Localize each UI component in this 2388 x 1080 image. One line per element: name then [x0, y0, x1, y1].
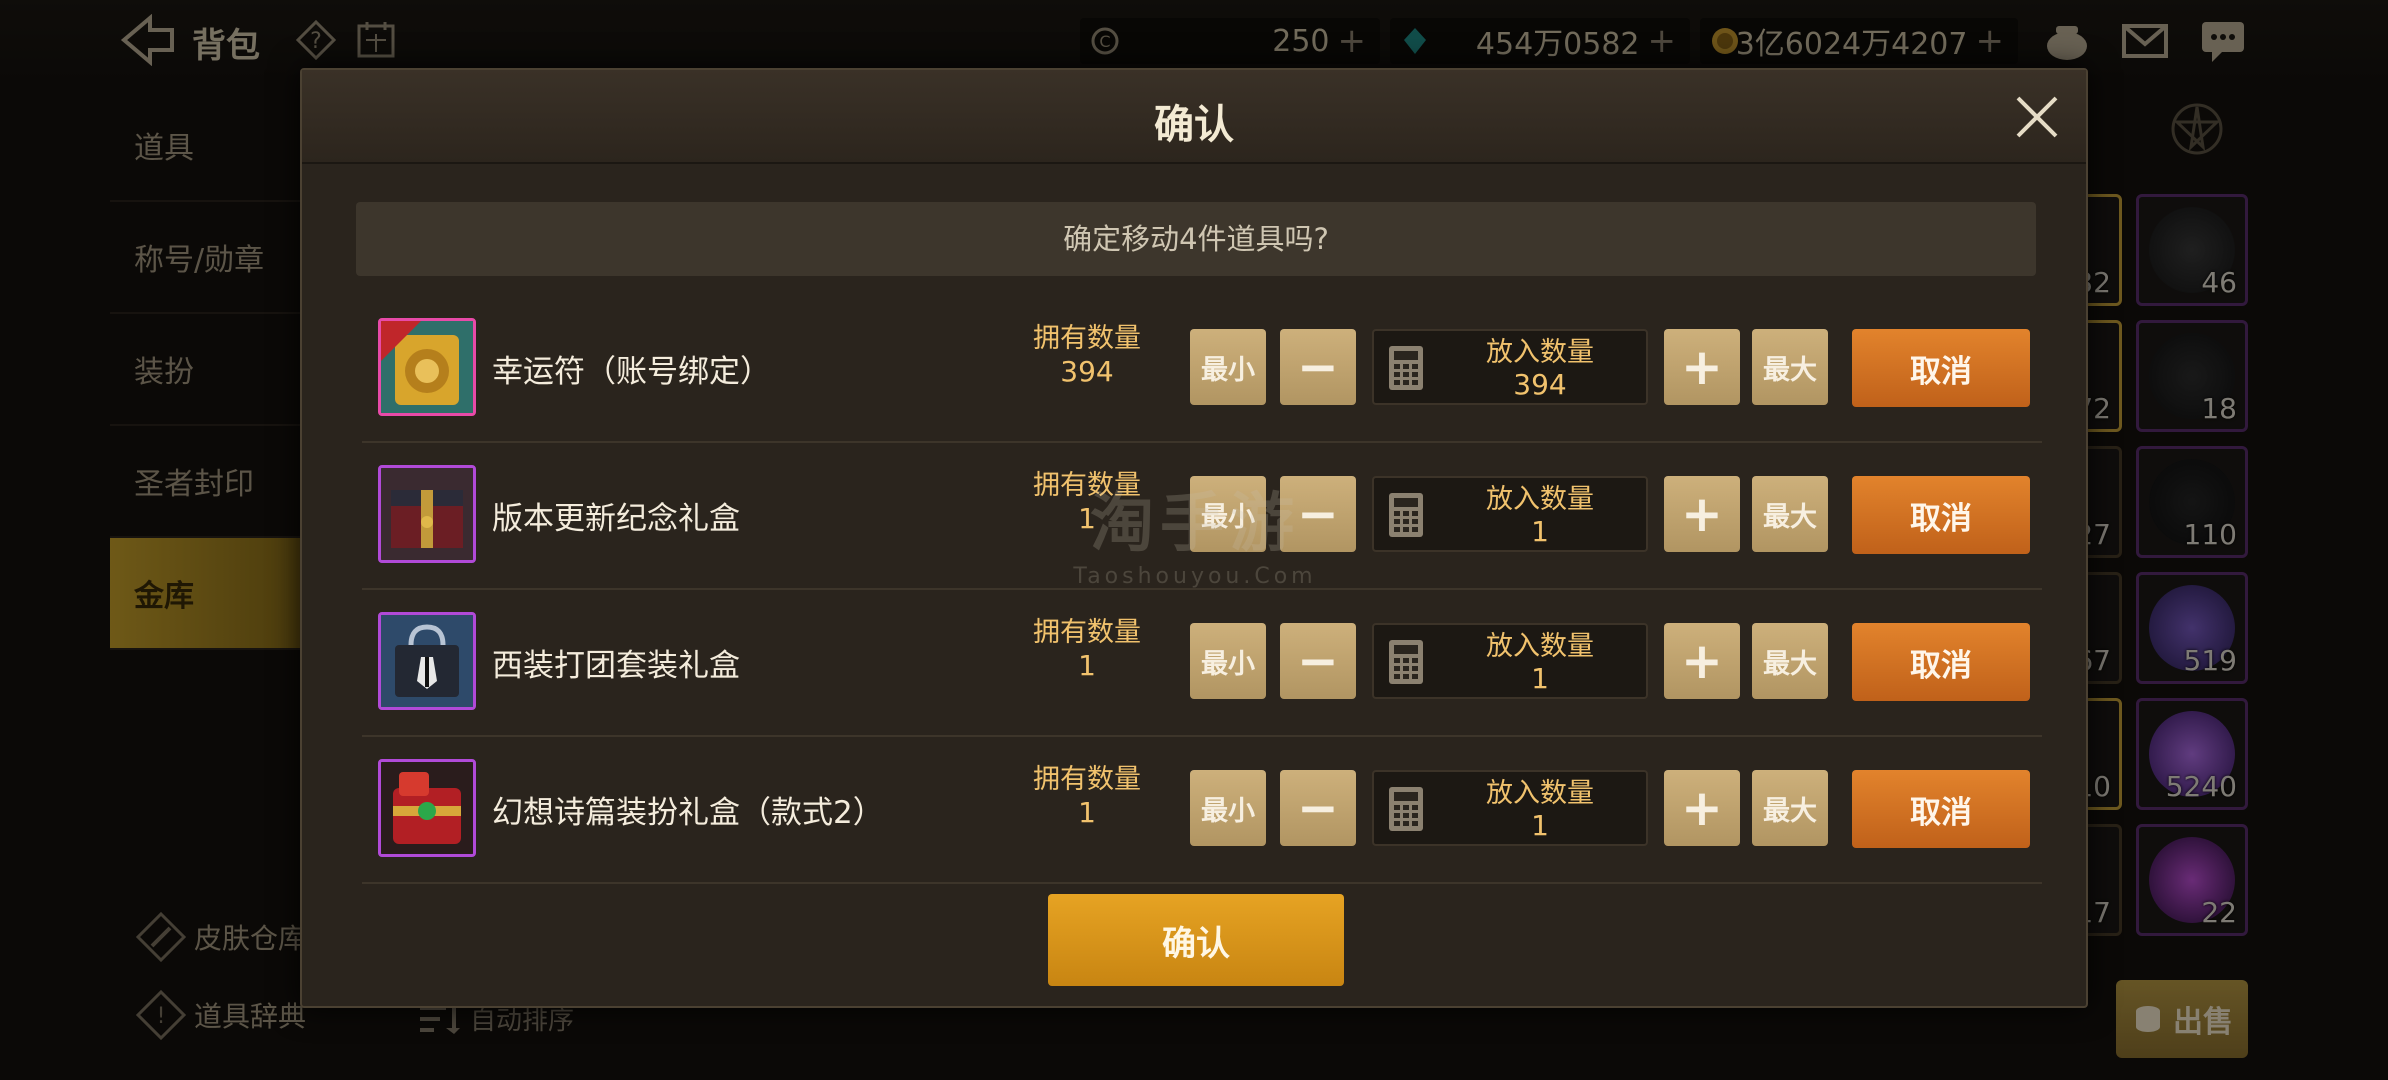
- calculator-icon[interactable]: [1388, 492, 1424, 538]
- owned-count: 拥有数量 394: [1033, 323, 1141, 388]
- min-button[interactable]: 最小: [1190, 329, 1266, 405]
- quantity-input[interactable]: 放入数量 1: [1372, 623, 1648, 699]
- calculator-icon[interactable]: [1388, 345, 1424, 391]
- owned-count: 拥有数量 1: [1033, 764, 1141, 829]
- item-icon: [378, 465, 476, 563]
- max-button[interactable]: 最大: [1752, 770, 1828, 846]
- cancel-button[interactable]: 取消: [1852, 476, 2030, 554]
- cancel-button[interactable]: 取消: [1852, 623, 2030, 701]
- item-name: 幻想诗篇装扮礼盒（款式2）: [492, 795, 884, 831]
- dialog-header: 确认: [302, 70, 2086, 164]
- list-item: 版本更新纪念礼盒 拥有数量 1 最小 − 放入数量 1 + 最大 取消: [362, 443, 2042, 590]
- decrement-button[interactable]: −: [1280, 770, 1356, 846]
- lucky-charm-icon: [381, 321, 473, 413]
- item-name: 幸运符（账号绑定）: [492, 354, 771, 390]
- item-icon: [378, 612, 476, 710]
- item-list: 幸运符（账号绑定） 拥有数量 394 最小 − 放入数量394 + 最大 取消: [362, 296, 2042, 884]
- confirm-button[interactable]: 确认: [1048, 894, 1344, 986]
- min-button[interactable]: 最小: [1190, 770, 1266, 846]
- decrement-button[interactable]: −: [1280, 623, 1356, 699]
- min-button[interactable]: 最小: [1190, 623, 1266, 699]
- cancel-button[interactable]: 取消: [1852, 329, 2030, 407]
- item-icon: [378, 318, 476, 416]
- max-button[interactable]: 最大: [1752, 329, 1828, 405]
- item-name: 西装打团套装礼盒: [492, 648, 740, 684]
- calculator-icon[interactable]: [1388, 639, 1424, 685]
- cancel-button[interactable]: 取消: [1852, 770, 2030, 848]
- max-button[interactable]: 最大: [1752, 476, 1828, 552]
- item-icon: [378, 759, 476, 857]
- increment-button[interactable]: +: [1664, 329, 1740, 405]
- confirm-dialog: 确认 确定移动4件道具吗? 幸运符（账号绑定） 拥有数量 394 最小 − 放入…: [300, 68, 2088, 1008]
- list-item: 幻想诗篇装扮礼盒（款式2） 拥有数量 1 最小 − 放入数量 1 + 最大 取消: [362, 737, 2042, 884]
- decrement-button[interactable]: −: [1280, 476, 1356, 552]
- dialog-message: 确定移动4件道具吗?: [356, 202, 2036, 276]
- red-costume-box-icon: [381, 762, 473, 854]
- increment-button[interactable]: +: [1664, 476, 1740, 552]
- suit-bag-icon: [381, 615, 473, 707]
- quantity-input[interactable]: 放入数量 1: [1372, 770, 1648, 846]
- increment-button[interactable]: +: [1664, 623, 1740, 699]
- calculator-icon[interactable]: [1388, 786, 1424, 832]
- increment-button[interactable]: +: [1664, 770, 1740, 846]
- owned-count: 拥有数量 1: [1033, 470, 1141, 535]
- dialog-title: 确认: [1154, 102, 1234, 148]
- max-button[interactable]: 最大: [1752, 623, 1828, 699]
- list-item: 西装打团套装礼盒 拥有数量 1 最小 − 放入数量 1 + 最大 取消: [362, 590, 2042, 737]
- quantity-input[interactable]: 放入数量 394: [1372, 329, 1648, 405]
- close-icon[interactable]: [2010, 90, 2064, 144]
- owned-count: 拥有数量 1: [1033, 617, 1141, 682]
- decrement-button[interactable]: −: [1280, 329, 1356, 405]
- item-name: 版本更新纪念礼盒: [492, 501, 740, 537]
- min-button[interactable]: 最小: [1190, 476, 1266, 552]
- quantity-input[interactable]: 放入数量 1: [1372, 476, 1648, 552]
- gift-chest-icon: [381, 468, 473, 560]
- list-item: 幸运符（账号绑定） 拥有数量 394 最小 − 放入数量 394 + 最大 取消: [362, 296, 2042, 443]
